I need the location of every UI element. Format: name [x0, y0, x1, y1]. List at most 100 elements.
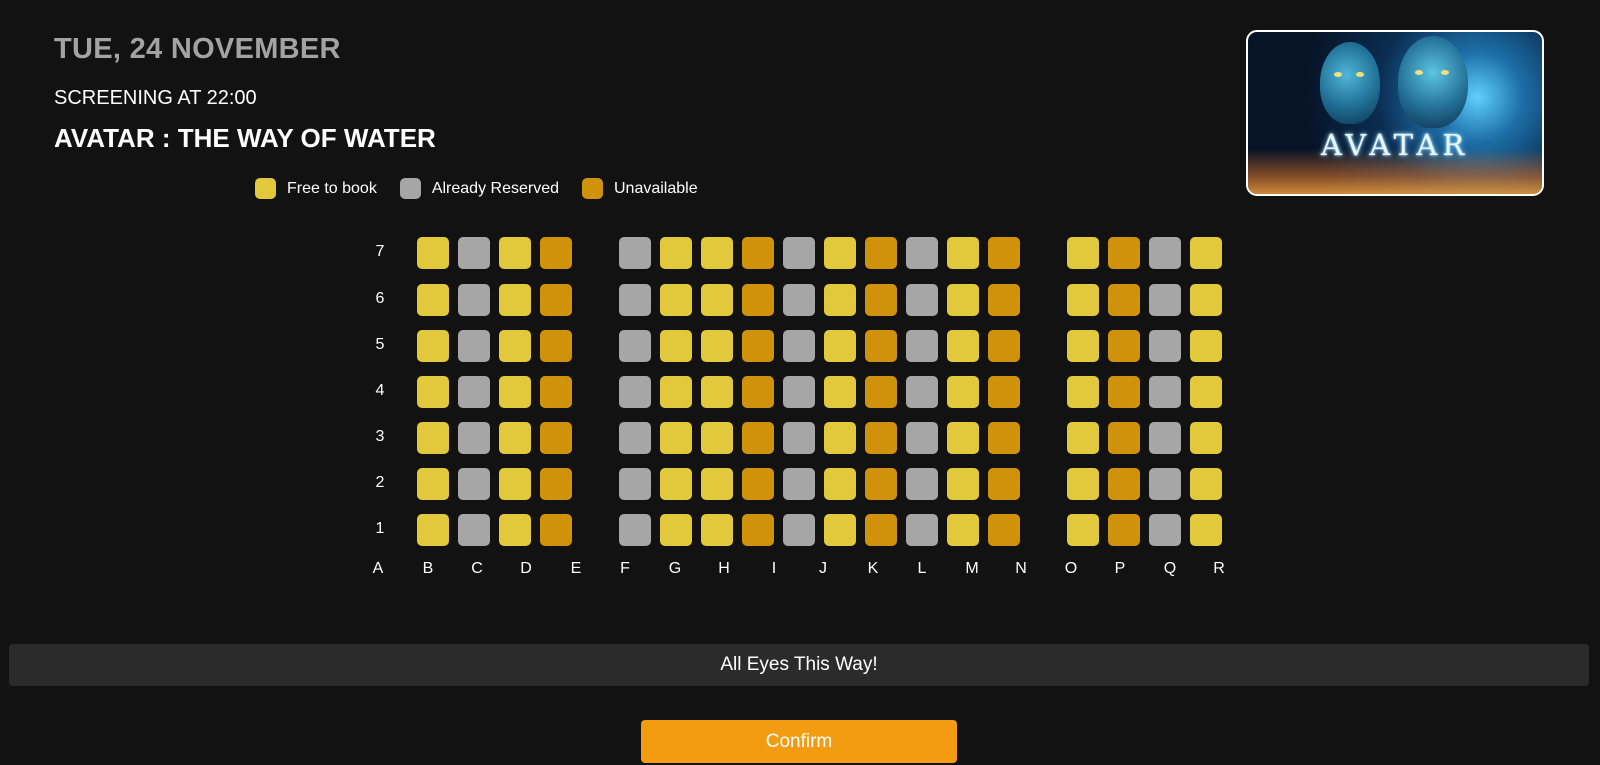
seat-G1-free[interactable] [660, 514, 692, 546]
seat-B3-free[interactable] [417, 422, 449, 454]
seat-I2-unavailable[interactable] [742, 468, 774, 500]
seat-J2-reserved[interactable] [783, 468, 815, 500]
seat-J1-reserved[interactable] [783, 514, 815, 546]
seat-C3-reserved[interactable] [458, 422, 490, 454]
seat-J3-reserved[interactable] [783, 422, 815, 454]
seat-O3-unavailable[interactable] [988, 422, 1020, 454]
seat-I1-unavailable[interactable] [742, 514, 774, 546]
seat-G5-free[interactable] [660, 330, 692, 362]
seat-D4-free[interactable] [499, 376, 531, 408]
seat-E4-unavailable[interactable] [540, 376, 572, 408]
seat-N2-free[interactable] [947, 468, 979, 500]
seat-D1-free[interactable] [499, 514, 531, 546]
seat-J5-reserved[interactable] [783, 330, 815, 362]
seat-C6-reserved[interactable] [458, 284, 490, 316]
seat-O7-unavailable[interactable] [988, 237, 1020, 269]
seat-D2-free[interactable] [499, 468, 531, 500]
seat-M7-reserved[interactable] [906, 237, 938, 269]
seat-M5-reserved[interactable] [906, 330, 938, 362]
seat-P3-free[interactable] [1067, 422, 1099, 454]
seat-S7-free[interactable] [1190, 237, 1222, 269]
seat-C7-reserved[interactable] [458, 237, 490, 269]
seat-Q2-unavailable[interactable] [1108, 468, 1140, 500]
seat-G2-free[interactable] [660, 468, 692, 500]
seat-M4-reserved[interactable] [906, 376, 938, 408]
seat-B7-free[interactable] [417, 237, 449, 269]
seat-H2-free[interactable] [701, 468, 733, 500]
seat-O1-unavailable[interactable] [988, 514, 1020, 546]
seat-N5-free[interactable] [947, 330, 979, 362]
seat-F3-reserved[interactable] [619, 422, 651, 454]
seat-C5-reserved[interactable] [458, 330, 490, 362]
seat-G6-free[interactable] [660, 284, 692, 316]
seat-K5-free[interactable] [824, 330, 856, 362]
seat-Q3-unavailable[interactable] [1108, 422, 1140, 454]
seat-L7-unavailable[interactable] [865, 237, 897, 269]
seat-P2-free[interactable] [1067, 468, 1099, 500]
seat-E6-unavailable[interactable] [540, 284, 572, 316]
seat-N3-free[interactable] [947, 422, 979, 454]
seat-B1-free[interactable] [417, 514, 449, 546]
seat-G4-free[interactable] [660, 376, 692, 408]
seat-D7-free[interactable] [499, 237, 531, 269]
seat-M3-reserved[interactable] [906, 422, 938, 454]
seat-S2-free[interactable] [1190, 468, 1222, 500]
seat-L3-unavailable[interactable] [865, 422, 897, 454]
confirm-button[interactable]: Confirm [641, 720, 957, 763]
seat-N7-free[interactable] [947, 237, 979, 269]
seat-D3-free[interactable] [499, 422, 531, 454]
seat-H4-free[interactable] [701, 376, 733, 408]
seat-F2-reserved[interactable] [619, 468, 651, 500]
seat-E1-unavailable[interactable] [540, 514, 572, 546]
seat-Q6-unavailable[interactable] [1108, 284, 1140, 316]
seat-C2-reserved[interactable] [458, 468, 490, 500]
seat-N1-free[interactable] [947, 514, 979, 546]
seat-H6-free[interactable] [701, 284, 733, 316]
seat-Q1-unavailable[interactable] [1108, 514, 1140, 546]
seat-P5-free[interactable] [1067, 330, 1099, 362]
seat-P7-free[interactable] [1067, 237, 1099, 269]
seat-R1-reserved[interactable] [1149, 514, 1181, 546]
seat-O2-unavailable[interactable] [988, 468, 1020, 500]
seat-R5-reserved[interactable] [1149, 330, 1181, 362]
seat-N4-free[interactable] [947, 376, 979, 408]
seat-L4-unavailable[interactable] [865, 376, 897, 408]
seat-K2-free[interactable] [824, 468, 856, 500]
seat-L6-unavailable[interactable] [865, 284, 897, 316]
seat-B5-free[interactable] [417, 330, 449, 362]
seat-H3-free[interactable] [701, 422, 733, 454]
seat-R6-reserved[interactable] [1149, 284, 1181, 316]
seat-M6-reserved[interactable] [906, 284, 938, 316]
seat-G3-free[interactable] [660, 422, 692, 454]
seat-K6-free[interactable] [824, 284, 856, 316]
seat-S4-free[interactable] [1190, 376, 1222, 408]
seat-F6-reserved[interactable] [619, 284, 651, 316]
seat-N6-free[interactable] [947, 284, 979, 316]
seat-P4-free[interactable] [1067, 376, 1099, 408]
seat-R3-reserved[interactable] [1149, 422, 1181, 454]
seat-M1-reserved[interactable] [906, 514, 938, 546]
seat-B2-free[interactable] [417, 468, 449, 500]
seat-H7-free[interactable] [701, 237, 733, 269]
seat-S5-free[interactable] [1190, 330, 1222, 362]
seat-O4-unavailable[interactable] [988, 376, 1020, 408]
seat-K1-free[interactable] [824, 514, 856, 546]
seat-G7-free[interactable] [660, 237, 692, 269]
seat-I5-unavailable[interactable] [742, 330, 774, 362]
seat-D5-free[interactable] [499, 330, 531, 362]
seat-I7-unavailable[interactable] [742, 237, 774, 269]
seat-I3-unavailable[interactable] [742, 422, 774, 454]
seat-K3-free[interactable] [824, 422, 856, 454]
seat-S1-free[interactable] [1190, 514, 1222, 546]
seat-E3-unavailable[interactable] [540, 422, 572, 454]
seat-F5-reserved[interactable] [619, 330, 651, 362]
seat-P6-free[interactable] [1067, 284, 1099, 316]
seat-H5-free[interactable] [701, 330, 733, 362]
seat-L1-unavailable[interactable] [865, 514, 897, 546]
seat-E5-unavailable[interactable] [540, 330, 572, 362]
seat-E7-unavailable[interactable] [540, 237, 572, 269]
seat-F1-reserved[interactable] [619, 514, 651, 546]
seat-O6-unavailable[interactable] [988, 284, 1020, 316]
seat-Q4-unavailable[interactable] [1108, 376, 1140, 408]
seat-M2-reserved[interactable] [906, 468, 938, 500]
